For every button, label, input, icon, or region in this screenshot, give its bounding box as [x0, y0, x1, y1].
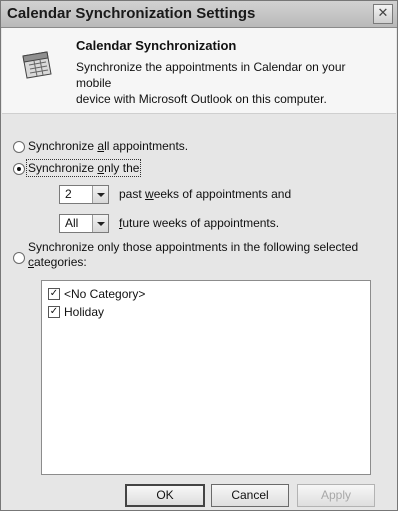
radio-sync-only-the[interactable] — [13, 163, 25, 175]
description-line: Synchronize the appointments in Calendar… — [76, 60, 346, 90]
past-weeks-value: 2 — [65, 187, 72, 201]
categories-label-line: categories: — [28, 255, 87, 269]
radio-sync-categories[interactable] — [13, 252, 25, 264]
checkbox-checked-icon[interactable]: ✓ — [48, 306, 60, 318]
category-label: Holiday — [64, 305, 105, 319]
ok-button[interactable]: OK — [125, 484, 205, 507]
radio-sync-all[interactable] — [13, 141, 25, 153]
future-weeks-value: All — [65, 216, 79, 230]
category-label: <No Category> — [64, 287, 146, 301]
chevron-down-icon[interactable] — [92, 215, 108, 232]
chevron-down-icon[interactable] — [92, 186, 108, 203]
categories-listbox[interactable]: ✓ <No Category> ✓ Holiday — [41, 280, 371, 475]
dialog-header: Calendar Synchronization Synchronize the… — [2, 28, 396, 114]
categories-label-line: Synchronize only those appointments in t… — [28, 240, 359, 254]
apply-button[interactable]: Apply — [297, 484, 375, 507]
past-weeks-dropdown[interactable]: 2 — [59, 185, 109, 204]
radio-sync-categories-label[interactable]: Synchronize only those appointments in t… — [28, 240, 358, 270]
header-description: Synchronize the appointments in Calendar… — [76, 59, 376, 107]
title-bar[interactable]: Calendar Synchronization Settings ✕ — [1, 1, 397, 28]
description-line: device with Microsoft Outlook on this co… — [76, 92, 327, 106]
future-weeks-label: future weeks of appointments. — [119, 216, 280, 230]
header-title: Calendar Synchronization — [76, 38, 237, 53]
cancel-button[interactable]: Cancel — [211, 484, 289, 507]
checkbox-checked-icon[interactable]: ✓ — [48, 288, 60, 300]
calendar-icon — [22, 51, 52, 79]
window-title: Calendar Synchronization Settings — [7, 5, 256, 22]
settings-dialog: Calendar Synchronization Settings ✕ Cale… — [0, 0, 398, 511]
radio-sync-only-the-label[interactable]: Synchronize only the — [25, 159, 142, 177]
radio-sync-all-label[interactable]: Synchronize all appointments. — [28, 139, 188, 153]
future-weeks-dropdown[interactable]: All — [59, 214, 109, 233]
close-icon[interactable]: ✕ — [373, 4, 393, 24]
past-weeks-label: past weeks of appointments and — [119, 187, 292, 201]
